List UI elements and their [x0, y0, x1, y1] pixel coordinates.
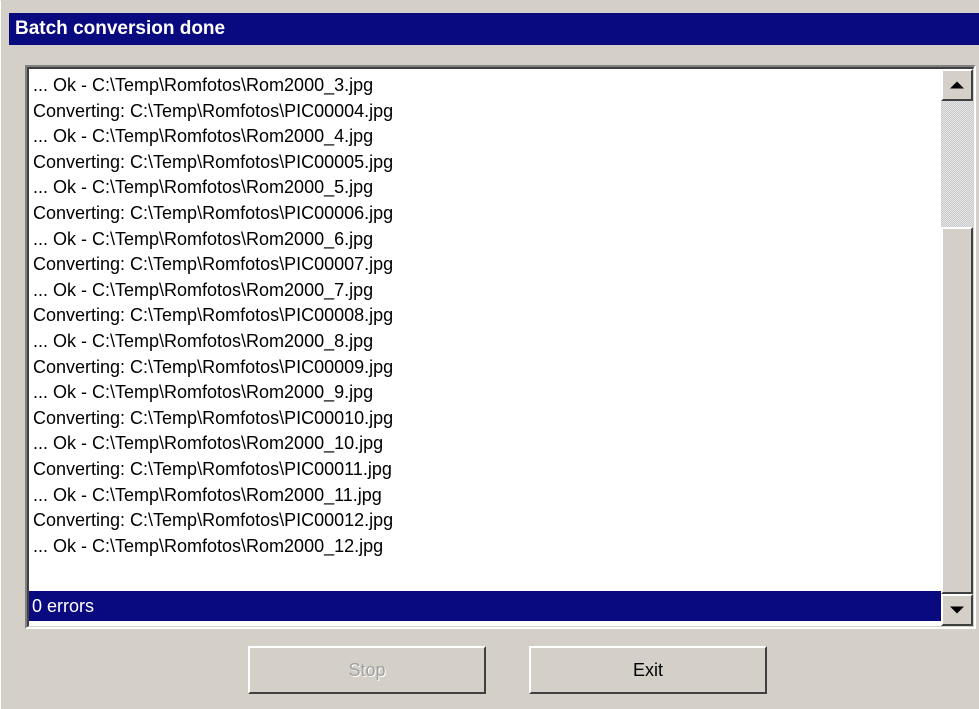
arrow-down-icon — [950, 606, 964, 614]
log-item-selected[interactable]: 0 errors — [29, 591, 941, 621]
log-item[interactable]: Converting: C:\Temp\Romfotos\PIC00004.jp… — [33, 99, 941, 125]
log-item[interactable]: ... Ok - C:\Temp\Romfotos\Rom2000_6.jpg — [33, 227, 941, 253]
dialog-title: Batch conversion done — [9, 13, 979, 45]
log-item[interactable]: ... Ok - C:\Temp\Romfotos\Rom2000_11.jpg — [33, 483, 941, 509]
log-item[interactable]: Converting: C:\Temp\Romfotos\PIC00011.jp… — [33, 457, 941, 483]
log-item[interactable]: Converting: C:\Temp\Romfotos\PIC00009.jp… — [33, 355, 941, 381]
log-item[interactable]: Converting: C:\Temp\Romfotos\PIC00008.jp… — [33, 303, 941, 329]
vertical-scrollbar[interactable] — [941, 69, 973, 626]
log-item[interactable]: ... Ok - C:\Temp\Romfotos\Rom2000_3.jpg — [33, 73, 941, 99]
log-lines: ... Ok - C:\Temp\Romfotos\Rom2000_3.jpg C… — [33, 73, 941, 559]
log-item[interactable]: ... Ok - C:\Temp\Romfotos\Rom2000_12.jpg — [33, 534, 941, 560]
log-item[interactable]: Converting: C:\Temp\Romfotos\PIC00010.jp… — [33, 406, 941, 432]
log-item[interactable]: Converting: C:\Temp\Romfotos\PIC00007.jp… — [33, 252, 941, 278]
log-item[interactable]: ... Ok - C:\Temp\Romfotos\Rom2000_7.jpg — [33, 278, 941, 304]
log-item[interactable]: ... Ok - C:\Temp\Romfotos\Rom2000_9.jpg — [33, 380, 941, 406]
log-item[interactable]: Converting: C:\Temp\Romfotos\PIC00006.jp… — [33, 201, 941, 227]
batch-conversion-dialog: Batch conversion done ... Ok - C:\Temp\R… — [0, 0, 979, 709]
log-item[interactable]: ... Ok - C:\Temp\Romfotos\Rom2000_10.jpg — [33, 431, 941, 457]
log-item[interactable]: ... Ok - C:\Temp\Romfotos\Rom2000_5.jpg — [33, 175, 941, 201]
scroll-thumb[interactable] — [941, 227, 973, 594]
conversion-log-list[interactable]: ... Ok - C:\Temp\Romfotos\Rom2000_3.jpg C… — [25, 65, 976, 629]
conversion-log-viewport: ... Ok - C:\Temp\Romfotos\Rom2000_3.jpg C… — [27, 67, 974, 627]
log-item[interactable]: ... Ok - C:\Temp\Romfotos\Rom2000_4.jpg — [33, 124, 941, 150]
scroll-up-button[interactable] — [941, 69, 973, 101]
arrow-up-icon — [950, 81, 964, 89]
log-item[interactable]: Converting: C:\Temp\Romfotos\PIC00005.jp… — [33, 150, 941, 176]
exit-button[interactable]: Exit — [529, 646, 767, 694]
stop-button: Stop — [248, 646, 486, 694]
scroll-down-button[interactable] — [941, 594, 973, 626]
log-item[interactable]: ... Ok - C:\Temp\Romfotos\Rom2000_8.jpg — [33, 329, 941, 355]
log-item[interactable]: Converting: C:\Temp\Romfotos\PIC00012.jp… — [33, 508, 941, 534]
